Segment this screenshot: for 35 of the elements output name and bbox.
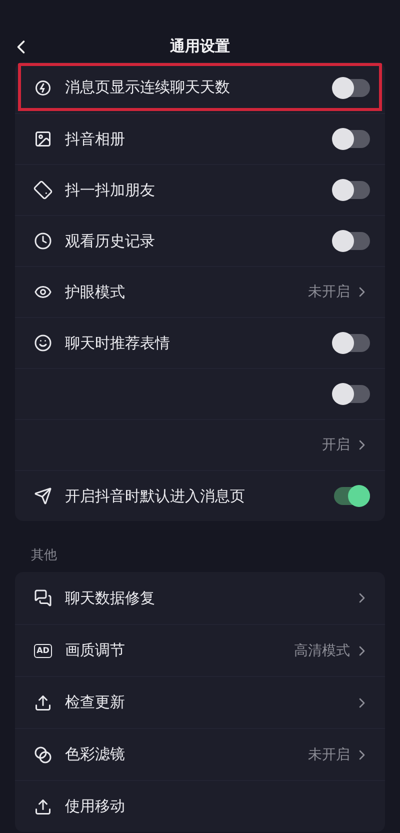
setting-label: 画质调节 — [65, 641, 126, 660]
lightning-circle-icon — [34, 78, 52, 96]
eye-icon — [34, 283, 52, 301]
setting-label: 聊天时推荐表情 — [65, 334, 171, 352]
page-title: 通用设置 — [170, 36, 230, 57]
setting-label: 色彩滤镜 — [65, 745, 126, 764]
toggle-switch[interactable] — [334, 334, 370, 352]
toggle-switch[interactable] — [334, 181, 370, 199]
setting-label: 聊天数据修复 — [65, 588, 156, 608]
setting-label: 护眼模式 — [65, 282, 126, 302]
ad-icon: AD — [34, 644, 52, 658]
image-icon — [34, 130, 52, 148]
toggle-switch[interactable] — [334, 385, 370, 403]
chat-bubbles-icon — [34, 589, 52, 607]
paper-plane-icon — [34, 487, 52, 505]
toggle-switch[interactable] — [334, 78, 370, 96]
setting-label: 检查更新 — [65, 693, 126, 712]
setting-value: 未开启 — [308, 283, 350, 301]
setting-label: 抖一抖加朋友 — [65, 180, 156, 200]
setting-label: 使用移动 — [65, 797, 126, 816]
upload-icon — [34, 798, 52, 816]
smile-icon — [34, 334, 52, 352]
circles-icon — [34, 746, 52, 764]
toggle-switch[interactable] — [334, 232, 370, 250]
setting-label: 开启抖音时默认进入消息页 — [65, 486, 246, 506]
section-title: 其他 — [31, 547, 57, 564]
setting-value: 高清模式 — [294, 642, 350, 660]
setting-label: 观看历史记录 — [65, 232, 156, 250]
setting-value: 未开启 — [308, 746, 350, 764]
setting-value: 开启 — [322, 436, 350, 454]
toggle-switch[interactable] — [334, 130, 370, 148]
setting-label: 抖音相册 — [65, 130, 126, 148]
toggle-switch[interactable] — [334, 487, 370, 505]
setting-label: 消息页显示连续聊天天数 — [65, 78, 231, 97]
clock-icon — [34, 232, 52, 250]
